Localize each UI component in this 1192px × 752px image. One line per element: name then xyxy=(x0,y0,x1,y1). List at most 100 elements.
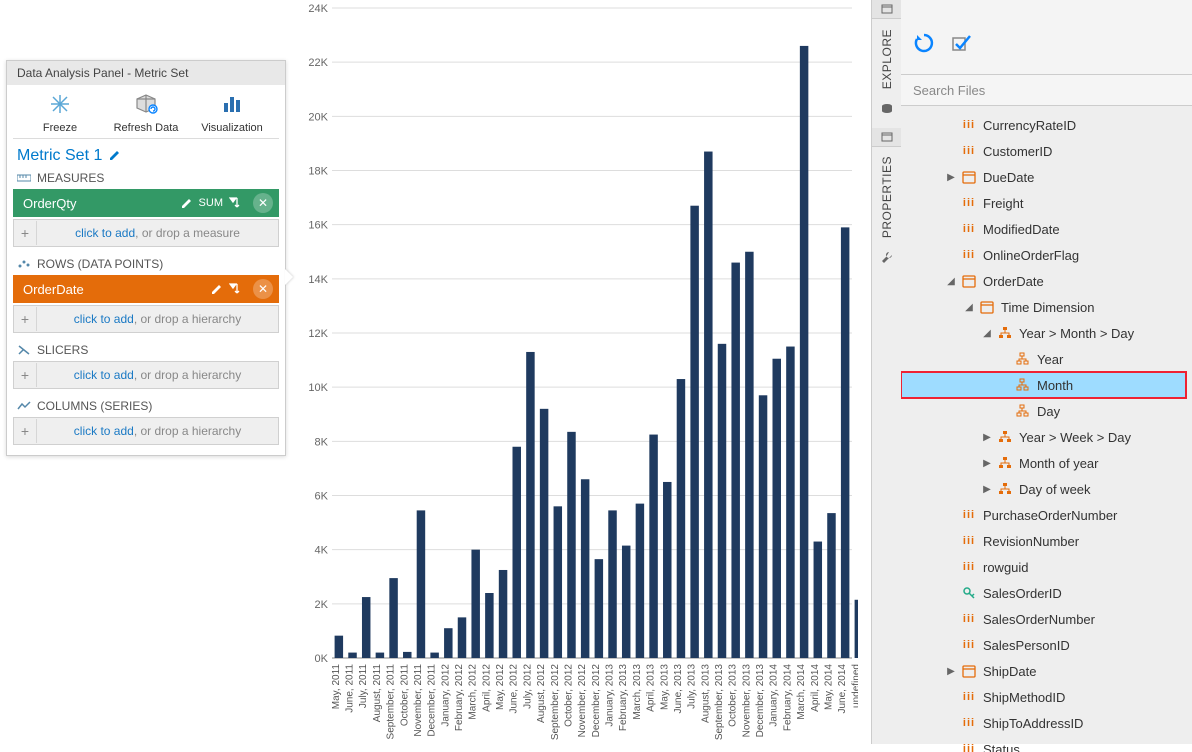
bar[interactable] xyxy=(417,510,425,658)
search-files[interactable] xyxy=(901,75,1192,106)
expand-arrow-icon[interactable]: ◢ xyxy=(963,302,975,313)
expand-arrow-icon[interactable]: ◢ xyxy=(945,276,957,287)
refresh-data-button[interactable]: Refresh Data xyxy=(111,93,181,134)
tree-node-month-of-year[interactable]: ▶Month of year xyxy=(901,450,1192,476)
bar[interactable] xyxy=(430,653,438,658)
tree-node-year[interactable]: Year xyxy=(901,346,1192,372)
bar[interactable] xyxy=(704,152,712,658)
bar[interactable] xyxy=(389,578,397,658)
tree-node-month[interactable]: Month xyxy=(901,372,1186,398)
expand-arrow-icon[interactable]: ◢ xyxy=(981,328,993,339)
pencil-icon[interactable] xyxy=(211,283,223,295)
tree-node-status[interactable]: iiiStatus xyxy=(901,736,1192,752)
tree-node-currencyrateid[interactable]: iiiCurrencyRateID xyxy=(901,112,1192,138)
drop-slicer[interactable]: + click to add, or drop a hierarchy xyxy=(13,361,279,389)
bar[interactable] xyxy=(772,359,780,658)
drop-measure[interactable]: + click to add, or drop a measure xyxy=(13,219,279,247)
bar[interactable] xyxy=(800,46,808,658)
remove-icon[interactable]: ✕ xyxy=(253,193,273,213)
plus-icon[interactable]: + xyxy=(14,363,37,387)
tree-node-freight[interactable]: iiiFreight xyxy=(901,190,1192,216)
checkmark-button[interactable] xyxy=(951,32,973,57)
tree-node-revisionnumber[interactable]: iiiRevisionNumber xyxy=(901,528,1192,554)
tree-node-year-month-day[interactable]: ◢Year > Month > Day xyxy=(901,320,1192,346)
tree-node-shipdate[interactable]: ▶ShipDate xyxy=(901,658,1192,684)
tree-node-orderdate[interactable]: ◢OrderDate xyxy=(901,268,1192,294)
plus-icon[interactable]: + xyxy=(14,221,37,245)
expand-arrow-icon[interactable]: ▶ xyxy=(945,666,957,677)
bar[interactable] xyxy=(595,559,603,658)
bar[interactable] xyxy=(335,636,343,658)
tree-node-year-week-day[interactable]: ▶Year > Week > Day xyxy=(901,424,1192,450)
bar[interactable] xyxy=(348,653,356,658)
bar[interactable] xyxy=(745,252,753,658)
bar[interactable] xyxy=(690,206,698,658)
expand-arrow-icon[interactable]: ▶ xyxy=(981,458,993,469)
bar[interactable] xyxy=(485,593,493,658)
plus-icon[interactable]: + xyxy=(14,307,37,331)
expand-arrow-icon[interactable]: ▶ xyxy=(981,432,993,443)
tree-node-time-dimension[interactable]: ◢Time Dimension xyxy=(901,294,1192,320)
tree-node-shiptoaddressid[interactable]: iiiShipToAddressID xyxy=(901,710,1192,736)
tree-node-duedate[interactable]: ▶DueDate xyxy=(901,164,1192,190)
drop-column[interactable]: + click to add, or drop a hierarchy xyxy=(13,417,279,445)
filter-sort-icon[interactable] xyxy=(229,197,243,209)
tree-node-customerid[interactable]: iiiCustomerID xyxy=(901,138,1192,164)
bar[interactable] xyxy=(512,447,520,658)
bar[interactable] xyxy=(376,653,384,658)
expand-arrow-icon[interactable]: ▶ xyxy=(981,484,993,495)
tree-node-salesorderid[interactable]: SalesOrderID xyxy=(901,580,1192,606)
tree-node-day[interactable]: Day xyxy=(901,398,1192,424)
remove-icon[interactable]: ✕ xyxy=(253,279,273,299)
bar[interactable] xyxy=(814,542,822,658)
tree-node-day-of-week[interactable]: ▶Day of week xyxy=(901,476,1192,502)
filter-sort-icon[interactable] xyxy=(229,283,243,295)
expand-arrow-icon[interactable]: ▶ xyxy=(945,172,957,183)
visualization-button[interactable]: Visualization xyxy=(197,93,267,134)
tree-node-shipmethodid[interactable]: iiiShipMethodID xyxy=(901,684,1192,710)
drop-row[interactable]: + click to add, or drop a hierarchy xyxy=(13,305,279,333)
row-pill-orderdate[interactable]: OrderDate ✕ xyxy=(13,275,279,303)
bar[interactable] xyxy=(554,506,562,658)
freeze-button[interactable]: Freeze xyxy=(25,93,95,134)
tree-node-salespersonid[interactable]: iiiSalesPersonID xyxy=(901,632,1192,658)
bar[interactable] xyxy=(841,227,849,658)
bar[interactable] xyxy=(458,617,466,658)
bar[interactable] xyxy=(827,513,835,658)
bar[interactable] xyxy=(855,600,858,658)
tree-node-salesordernumber[interactable]: iiiSalesOrderNumber xyxy=(901,606,1192,632)
bar[interactable] xyxy=(471,550,479,658)
bar[interactable] xyxy=(608,510,616,658)
refresh-button[interactable] xyxy=(913,32,935,57)
bar[interactable] xyxy=(731,263,739,658)
bar[interactable] xyxy=(677,379,685,658)
search-input[interactable] xyxy=(911,82,1182,99)
tree-node-label: Freight xyxy=(983,196,1023,211)
tree-node-rowguid[interactable]: iiirowguid xyxy=(901,554,1192,580)
bar[interactable] xyxy=(540,409,548,658)
bar[interactable] xyxy=(581,479,589,658)
bar[interactable] xyxy=(759,395,767,658)
bar[interactable] xyxy=(649,435,657,658)
tree-node-modifieddate[interactable]: iiiModifiedDate xyxy=(901,216,1192,242)
bar[interactable] xyxy=(786,347,794,658)
bar[interactable] xyxy=(622,546,630,658)
bar[interactable] xyxy=(636,504,644,658)
svg-text:February, 2013: February, 2013 xyxy=(618,664,629,732)
bar[interactable] xyxy=(718,344,726,658)
measure-pill-orderqty[interactable]: OrderQty SUM ✕ xyxy=(13,189,279,217)
tree-node-purchaseordernumber[interactable]: iiiPurchaseOrderNumber xyxy=(901,502,1192,528)
bar[interactable] xyxy=(403,652,411,658)
bar[interactable] xyxy=(499,570,507,658)
bar[interactable] xyxy=(362,597,370,658)
plus-icon[interactable]: + xyxy=(14,419,37,443)
pencil-icon[interactable] xyxy=(108,148,122,165)
properties-tab[interactable]: PROPERTIES xyxy=(872,128,902,268)
bar[interactable] xyxy=(567,432,575,658)
tree-node-onlineorderflag[interactable]: iiiOnlineOrderFlag xyxy=(901,242,1192,268)
bar[interactable] xyxy=(663,482,671,658)
bar[interactable] xyxy=(444,628,452,658)
bar[interactable] xyxy=(526,352,534,658)
explore-tab[interactable]: EXPLORE xyxy=(872,0,902,120)
pencil-icon[interactable] xyxy=(181,197,193,209)
